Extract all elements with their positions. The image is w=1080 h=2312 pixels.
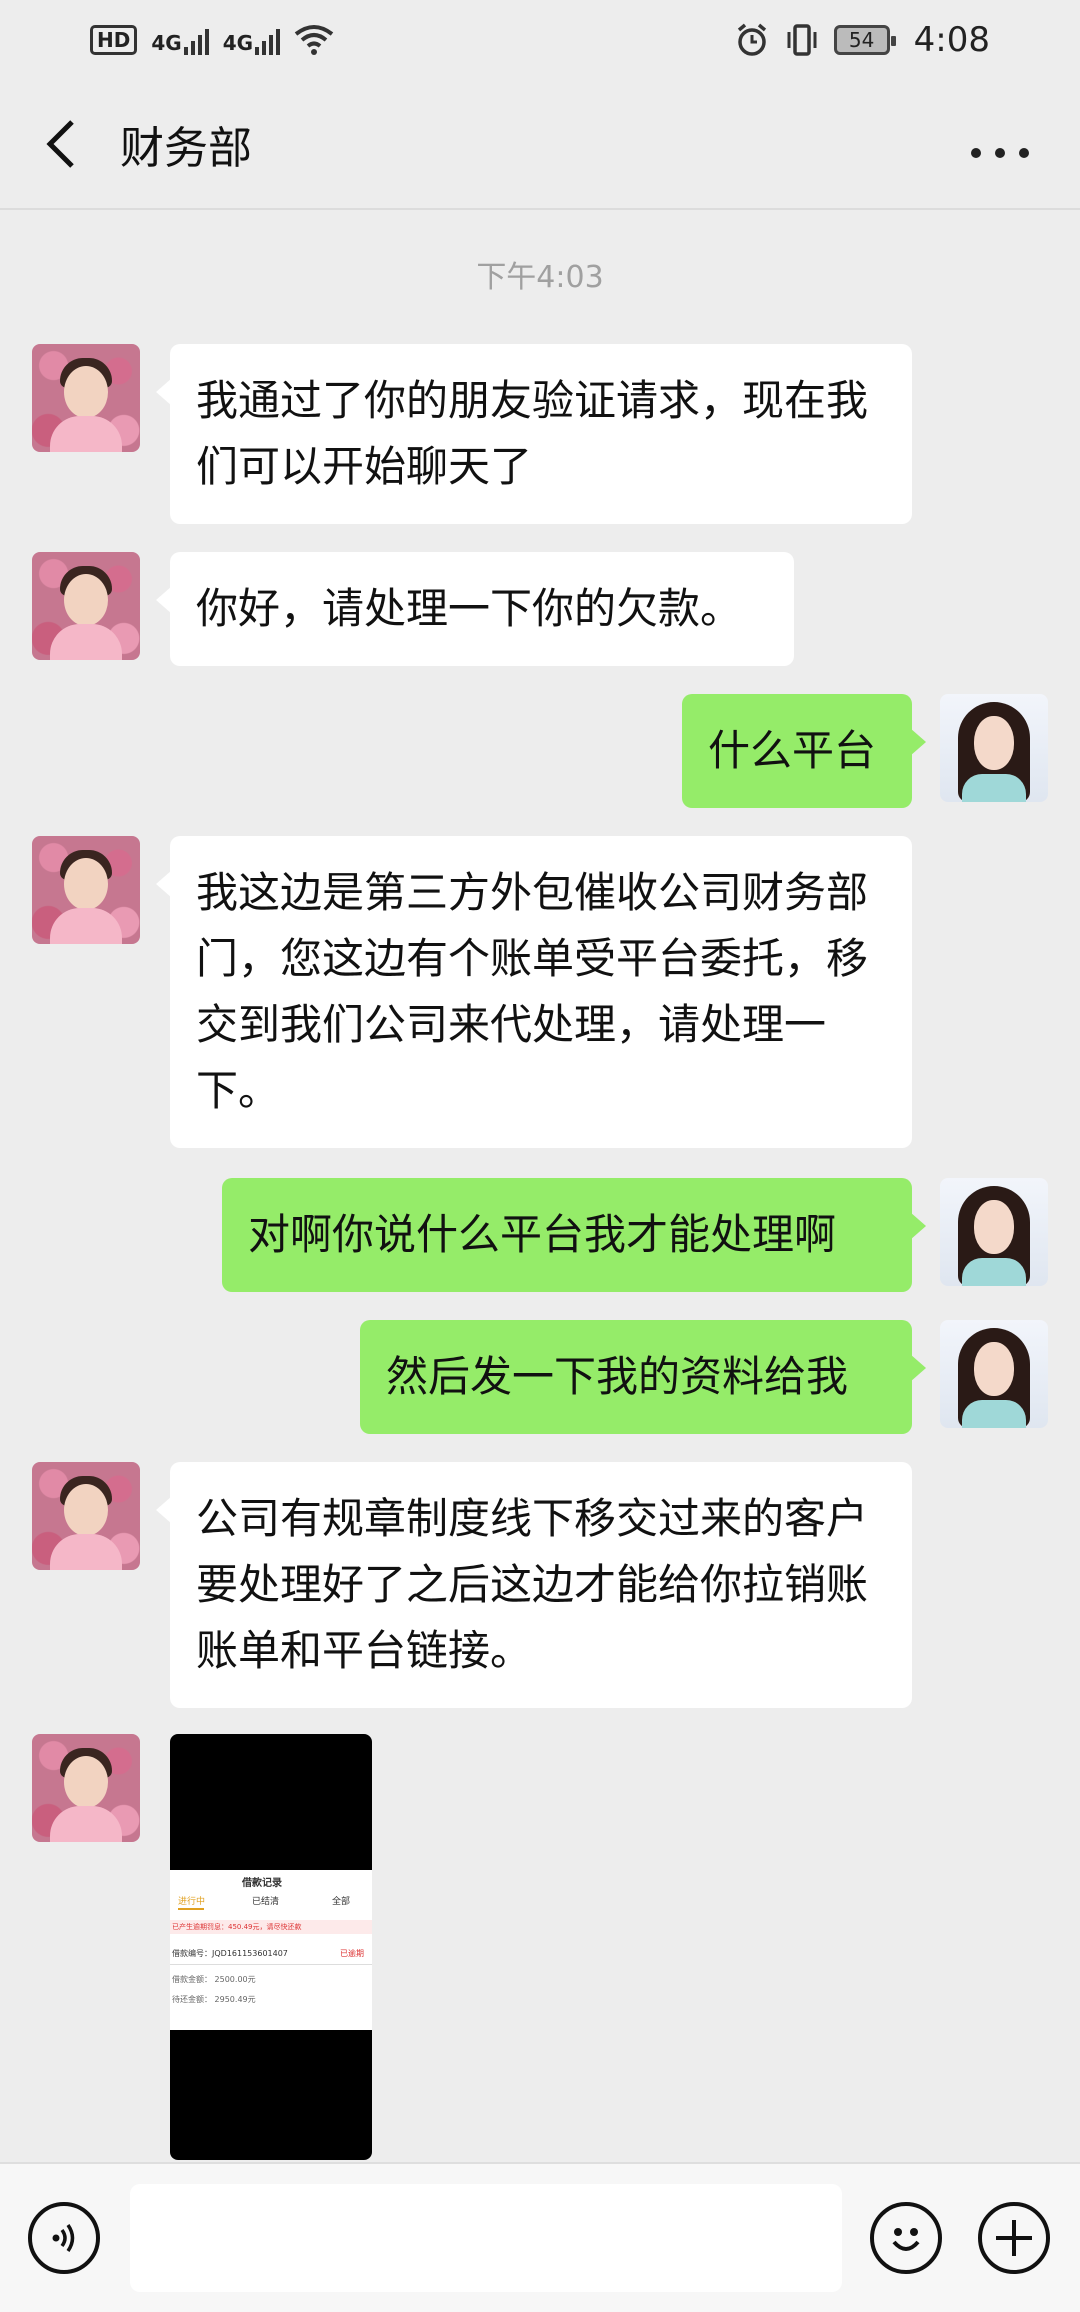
network-type-label: 4G: [222, 31, 254, 55]
chat-timestamp: 下午4:03: [476, 260, 604, 295]
image-tab: 进行中: [178, 1897, 206, 1907]
more-dots-icon: [971, 147, 1029, 158]
contact-avatar[interactable]: [32, 1734, 140, 1842]
more-button[interactable]: [950, 119, 1050, 170]
signal-bars-icon: [183, 25, 209, 55]
signal-1: 4G: [151, 25, 209, 55]
smile-icon: [892, 2228, 920, 2251]
alarm-icon: [737, 23, 766, 56]
input-bar: [0, 2162, 1080, 2312]
chat-header: 财务部: [0, 80, 1080, 210]
status-bar: HD 4G 4G 54 4:08: [0, 0, 1080, 80]
user-avatar[interactable]: [940, 1320, 1048, 1428]
message-bubble[interactable]: 公司有规章制度线下移交过来的客户要处理好了之后这边才能给你拉销账账单和平台链接。: [156, 1462, 912, 1708]
emoji-button[interactable]: [870, 2202, 942, 2274]
plus-icon: [996, 2220, 1032, 2256]
user-avatar[interactable]: [940, 694, 1048, 802]
contact-avatar[interactable]: [32, 1462, 140, 1570]
contact-avatar[interactable]: [32, 836, 140, 944]
image-loan-no: 借款编号：JQD161153601407: [172, 1949, 288, 1958]
chat-title: 财务部: [120, 123, 252, 174]
battery-icon: 54: [833, 25, 896, 55]
status-left: HD 4G 4G: [90, 24, 334, 56]
image-tab: 已结清: [252, 1897, 280, 1907]
message-bubble[interactable]: 然后发一下我的资料给我: [360, 1320, 926, 1434]
wifi-icon: [294, 25, 334, 55]
contact-avatar[interactable]: [32, 344, 140, 452]
message-bubble[interactable]: 我这边是第三方外包催收公司财务部门，您这边有个账单受平台委托，移交到我们公司来代…: [156, 836, 912, 1148]
status-right: 54 4:08: [734, 20, 990, 60]
loan-record-screenshot: 借款记录 进行中 已结清 全部 已产生逾期罚息：450.49元，请尽快还款 借款…: [170, 1870, 372, 2030]
image-title: 借款记录: [242, 1878, 282, 1889]
image-amount: 借款金额： 2500.00元: [172, 1975, 256, 1984]
message-bubble[interactable]: 我通过了你的朋友验证请求，现在我们可以开始聊天了: [156, 344, 912, 524]
image-message[interactable]: 借款记录 进行中 已结清 全部 已产生逾期罚息：450.49元，请尽快还款 借款…: [170, 1734, 372, 2160]
clock: 4:08: [913, 20, 990, 60]
image-pending: 待还金额： 2950.49元: [172, 1995, 256, 2004]
user-avatar[interactable]: [940, 1178, 1048, 1286]
message-input[interactable]: [130, 2184, 842, 2292]
plus-button[interactable]: [978, 2202, 1050, 2274]
vibrate-icon: [787, 24, 817, 56]
back-button[interactable]: [30, 114, 90, 174]
voice-button[interactable]: [28, 2202, 100, 2274]
image-notice: 已产生逾期罚息：450.49元，请尽快还款: [170, 1920, 372, 1934]
image-tab: 全部: [332, 1897, 351, 1907]
image-status: 已逾期: [340, 1949, 364, 1958]
signal-2: 4G: [222, 25, 281, 55]
message-bubble[interactable]: 你好，请处理一下你的欠款。: [156, 552, 794, 666]
chat-area[interactable]: 下午4:03 我通过了你的朋友验证请求，现在我们可以开始聊天了 你好，请处理一下…: [0, 212, 1080, 2160]
contact-avatar[interactable]: [32, 552, 140, 660]
voice-icon: [52, 2224, 75, 2252]
network-type-label: 4G: [151, 31, 182, 55]
hd-badge: HD: [90, 25, 138, 55]
signal-bars-icon: [255, 25, 281, 55]
message-bubble[interactable]: 对啊你说什么平台我才能处理啊: [222, 1178, 926, 1292]
chevron-left-icon: [46, 120, 74, 168]
message-bubble[interactable]: 什么平台: [682, 694, 926, 808]
